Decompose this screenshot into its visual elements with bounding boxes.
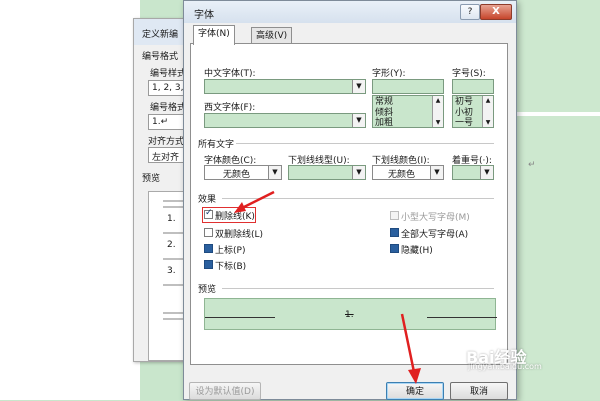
- font-style-scrollbar[interactable]: ▲ ▼: [432, 96, 443, 127]
- chinese-font-label: 中文字体(T):: [204, 69, 256, 79]
- chevron-down-icon[interactable]: ▼: [352, 114, 365, 127]
- western-font-label: 西文字体(F):: [204, 103, 256, 113]
- font-color-select[interactable]: 无颜色 ▼: [204, 165, 282, 180]
- preview-item-3: 3.: [167, 266, 176, 276]
- cancel-button[interactable]: 取消: [450, 382, 508, 400]
- document-page-left: [0, 0, 140, 400]
- effects-group-label: 效果: [198, 195, 217, 205]
- hidden-checkbox[interactable]: [390, 244, 399, 253]
- preview-group-label: 预览: [198, 285, 217, 295]
- font-style-option[interactable]: 倾斜: [375, 108, 393, 119]
- subscript-label: 下标(B): [215, 262, 247, 272]
- font-size-option[interactable]: 小初: [455, 108, 473, 119]
- small-caps-label: 小型大写字母(M): [401, 213, 470, 223]
- font-size-input[interactable]: [452, 79, 494, 94]
- chevron-down-icon[interactable]: ▼: [430, 166, 443, 179]
- dialog-titlebar: 字体 ? X: [184, 1, 516, 23]
- numbering-style-label: 编号样式: [150, 69, 187, 79]
- font-preview: 1.: [204, 298, 497, 330]
- all-caps-checkbox[interactable]: [390, 228, 399, 237]
- subscript-checkbox[interactable]: [204, 260, 213, 269]
- scroll-down-icon[interactable]: ▼: [483, 119, 493, 126]
- superscript-checkbox[interactable]: [204, 244, 213, 253]
- chevron-down-icon[interactable]: ▼: [352, 166, 365, 179]
- underline-color-select[interactable]: 无颜色 ▼: [372, 165, 444, 180]
- back-preview-label: 预览: [142, 174, 161, 184]
- chevron-down-icon[interactable]: ▼: [480, 166, 493, 179]
- font-style-list[interactable]: 常规 倾斜 加粗 ▲ ▼: [372, 95, 444, 128]
- paragraph-mark: ↵: [528, 160, 536, 170]
- font-style-input[interactable]: [372, 79, 444, 94]
- all-text-group-label: 所有文字: [198, 140, 235, 150]
- font-size-label: 字号(S):: [452, 69, 486, 79]
- font-style-option[interactable]: 常规: [375, 97, 393, 108]
- chevron-down-icon[interactable]: ▼: [268, 166, 281, 179]
- watermark-url: jingyan.baidu.com: [468, 362, 542, 371]
- font-size-option[interactable]: 初号: [455, 97, 473, 108]
- small-caps-checkbox[interactable]: [390, 211, 399, 220]
- tab-advanced[interactable]: 高级(V): [251, 27, 293, 44]
- scroll-up-icon[interactable]: ▲: [433, 97, 443, 104]
- group-divider: [236, 143, 494, 144]
- document-white-band: [512, 112, 600, 116]
- numbering-format-group: 编号格式: [142, 52, 179, 62]
- double-strikethrough-checkbox[interactable]: [204, 228, 213, 237]
- all-caps-label: 全部大写字母(A): [401, 230, 469, 240]
- scroll-up-icon[interactable]: ▲: [483, 97, 493, 104]
- font-size-option[interactable]: 一号: [455, 118, 473, 129]
- underline-style-select[interactable]: ▼: [288, 165, 366, 180]
- hidden-label: 隐藏(H): [401, 246, 433, 256]
- double-strikethrough-label: 双删除线(L): [215, 230, 264, 240]
- tab-font[interactable]: 字体(N): [193, 25, 235, 45]
- emphasis-select[interactable]: ▼: [452, 165, 494, 180]
- scroll-down-icon[interactable]: ▼: [433, 119, 443, 126]
- preview-item-1: 1.: [167, 214, 176, 224]
- close-button[interactable]: X: [480, 4, 512, 20]
- superscript-label: 上标(P): [215, 246, 246, 256]
- help-button[interactable]: ?: [460, 4, 480, 20]
- font-style-label: 字形(Y):: [372, 69, 406, 79]
- font-size-scrollbar[interactable]: ▲ ▼: [482, 96, 493, 127]
- preview-text: 1.: [345, 310, 354, 320]
- preview-baseline-left: [205, 317, 275, 318]
- chinese-font-select[interactable]: ▼: [204, 79, 366, 94]
- alignment-label: 对齐方式: [148, 137, 185, 147]
- preview-item-2: 2.: [167, 240, 176, 250]
- preview-baseline-right: [427, 317, 497, 318]
- back-dialog-title: 定义新编: [142, 30, 179, 40]
- chevron-down-icon[interactable]: ▼: [352, 80, 365, 93]
- set-default-button[interactable]: 设为默认值(D): [189, 382, 261, 400]
- numbering-format-label: 编号格式: [150, 103, 187, 113]
- font-size-list[interactable]: 初号 小初 一号 ▲ ▼: [452, 95, 494, 128]
- group-divider: [222, 288, 494, 289]
- dialog-title: 字体: [194, 10, 214, 21]
- western-font-select[interactable]: ▼: [204, 113, 366, 128]
- annotation-arrow-ok: [400, 313, 421, 384]
- font-style-option[interactable]: 加粗: [375, 118, 393, 129]
- annotation-arrow-strikethrough: [234, 190, 275, 213]
